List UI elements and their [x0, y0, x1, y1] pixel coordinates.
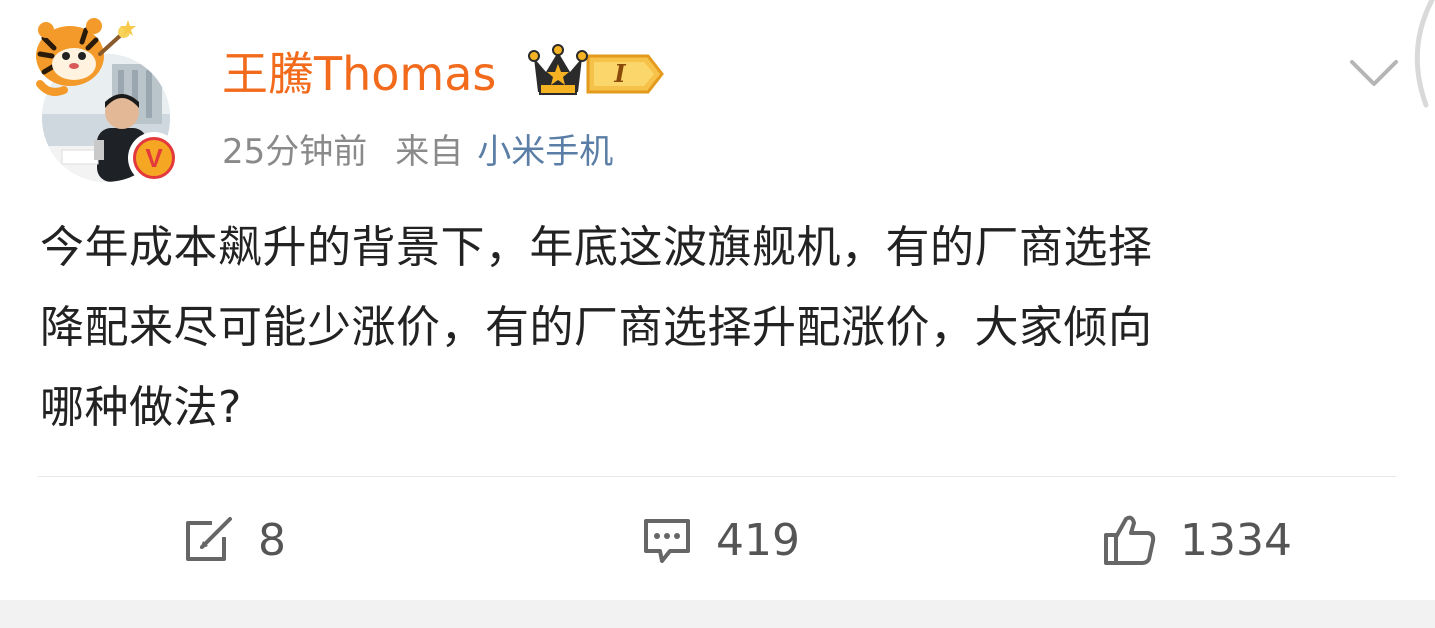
tiger-pendant-icon	[30, 14, 140, 104]
post-content: 今年成本飙升的背景下，年底这波旗舰机，有的厂商选择 降配来尽可能少涨价，有的厂商…	[40, 208, 1400, 448]
repost-icon	[182, 515, 236, 565]
divider	[38, 476, 1396, 477]
thumbs-up-icon	[1102, 513, 1158, 567]
repost-button[interactable]: 8	[182, 508, 286, 572]
edge-decoration	[1396, 0, 1435, 110]
comment-icon	[640, 515, 694, 565]
chevron-down-icon[interactable]	[1346, 52, 1402, 92]
source-device-link[interactable]: 小米手机	[477, 132, 613, 172]
source-label: 来自	[395, 132, 464, 172]
verified-v-badge: V	[128, 132, 180, 184]
comment-count: 419	[716, 514, 800, 566]
crown-level-badge[interactable]: I	[528, 44, 668, 102]
author-name[interactable]: 王騰Thomas	[222, 44, 496, 104]
content-line: 降配来尽可能少涨价，有的厂商选择升配涨价，大家倾向	[40, 302, 1153, 353]
like-count: 1334	[1180, 514, 1292, 566]
repost-count: 8	[258, 514, 286, 566]
post-time: 25分钟前	[222, 132, 368, 172]
verified-mark: V	[133, 137, 175, 179]
badge-level-text: I	[613, 59, 626, 88]
post-meta: 25分钟前 来自 小米手机	[222, 128, 613, 176]
comment-button[interactable]: 419	[640, 508, 800, 572]
weibo-post-card: V 王騰Thomas I 25分钟前 来自 小米手机 今年成本飙升的背景下，年底这波…	[0, 0, 1435, 600]
like-button[interactable]: 1334	[1102, 508, 1292, 572]
author-avatar[interactable]: V	[30, 14, 190, 184]
content-line: 哪种做法?	[40, 382, 242, 433]
feed-separator	[0, 600, 1435, 628]
content-line: 今年成本飙升的背景下，年底这波旗舰机，有的厂商选择	[40, 222, 1153, 273]
